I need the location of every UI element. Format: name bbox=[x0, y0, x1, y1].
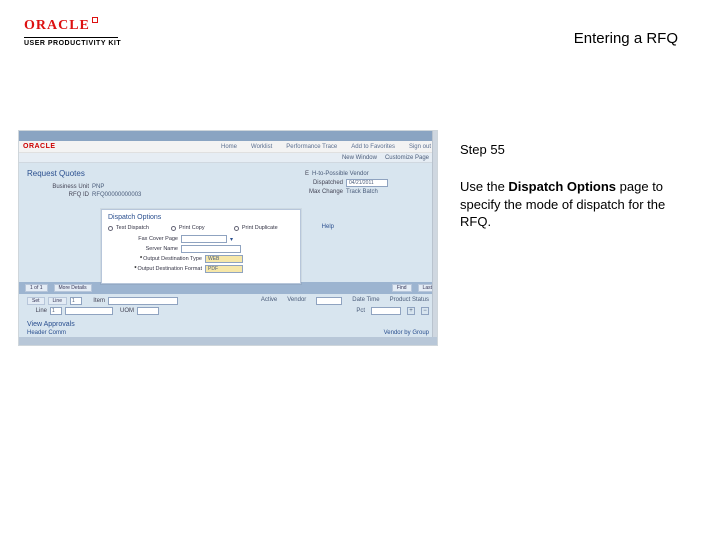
instruction-text: Use the Dispatch Options page to specify… bbox=[460, 178, 680, 231]
maxchange-label: Max Change bbox=[299, 189, 343, 195]
nav-signout[interactable]: Sign out bbox=[409, 144, 431, 150]
help-link[interactable]: Help bbox=[322, 224, 334, 230]
col-set: Set bbox=[27, 297, 45, 305]
outtype-select[interactable]: WEB bbox=[205, 255, 243, 263]
outtype-label: *Output Destination Type bbox=[108, 256, 202, 262]
dialog-title: Dispatch Options bbox=[108, 214, 294, 221]
status-bar bbox=[19, 337, 437, 345]
crumb-new-window[interactable]: New Window bbox=[342, 155, 377, 161]
right-fields: EH-to-Possible Vendor Dispatched04/21/20… bbox=[299, 169, 433, 197]
scrollbar[interactable] bbox=[432, 131, 438, 345]
radio-test-dispatch[interactable] bbox=[108, 226, 113, 231]
crumb-customize[interactable]: Customize Page bbox=[385, 155, 429, 161]
nav-fav[interactable]: Add to Favorites bbox=[351, 144, 395, 150]
fax-input[interactable] bbox=[181, 235, 227, 243]
outfmt-select[interactable]: PDF bbox=[205, 265, 243, 273]
dispatch-options-dialog: Help Dispatch Options Test Dispatch Prin… bbox=[101, 209, 301, 284]
view-approvals[interactable]: View Approvals bbox=[27, 321, 429, 328]
rfq-value: RFQ00000000003 bbox=[92, 192, 141, 198]
oracle-logo: ORACLE bbox=[24, 18, 121, 34]
rfq-label: RFQ ID bbox=[27, 192, 89, 198]
crumb-bar: New Window Customize Page bbox=[19, 153, 437, 163]
line-value[interactable]: 1 bbox=[70, 297, 82, 305]
server-label: Server Name bbox=[108, 246, 178, 252]
bu-value: PNP bbox=[92, 184, 104, 190]
nav-worklist[interactable]: Worklist bbox=[251, 144, 272, 150]
outfmt-label: *Output Destination Format bbox=[108, 266, 202, 272]
maxchange-value: Track Batch bbox=[346, 189, 378, 195]
radio-print-duplicate[interactable] bbox=[234, 226, 239, 231]
oracle-wordmark: ORACLE bbox=[23, 143, 56, 150]
col-line: Line bbox=[48, 297, 67, 305]
datetime-label: Date Time bbox=[352, 297, 379, 305]
radio-print-copy[interactable] bbox=[171, 226, 176, 231]
sched-line-label: Line bbox=[27, 308, 47, 314]
server-input[interactable] bbox=[181, 245, 241, 253]
dispatched-label: Dispatched bbox=[299, 180, 343, 186]
nav-home[interactable]: Home bbox=[221, 144, 237, 150]
fax-label: Fax Cover Page bbox=[108, 236, 178, 242]
page-title: Entering a RFQ bbox=[574, 30, 678, 47]
header-comm-link[interactable]: Header Comm bbox=[27, 330, 66, 336]
plus-icon[interactable]: + bbox=[407, 307, 415, 315]
nav-perf[interactable]: Performance Trace bbox=[286, 144, 337, 150]
step-label: Step 55 bbox=[460, 142, 505, 157]
bu-label: Business Unit bbox=[27, 184, 89, 190]
toolbar-count: 1 of 1 bbox=[25, 284, 48, 292]
vendor-label: Vendor bbox=[287, 297, 306, 305]
vendor-input[interactable] bbox=[316, 297, 342, 305]
header-nav: Home Worklist Performance Trace Add to F… bbox=[221, 144, 437, 150]
sched-line-value[interactable]: 1 bbox=[50, 307, 62, 315]
app-header: ORACLE Home Worklist Performance Trace A… bbox=[19, 141, 437, 153]
vendor-link[interactable]: Vendor by Group bbox=[384, 330, 429, 336]
toolbar-more[interactable]: More Details bbox=[54, 284, 92, 292]
dispatched-date[interactable]: 04/21/2011 bbox=[346, 179, 388, 187]
status-label: Active bbox=[261, 297, 277, 305]
minus-icon[interactable]: − bbox=[421, 307, 429, 315]
app-screenshot: ORACLE Home Worklist Performance Trace A… bbox=[18, 130, 438, 346]
toolbar-find[interactable]: Find bbox=[392, 284, 412, 292]
browser-chrome bbox=[19, 131, 437, 141]
brand-block: ORACLE USER PRODUCTIVITY KIT bbox=[24, 18, 121, 47]
product-name: USER PRODUCTIVITY KIT bbox=[24, 40, 121, 47]
item-input[interactable] bbox=[108, 297, 178, 305]
lookup-icon[interactable]: ▾ bbox=[230, 236, 233, 243]
